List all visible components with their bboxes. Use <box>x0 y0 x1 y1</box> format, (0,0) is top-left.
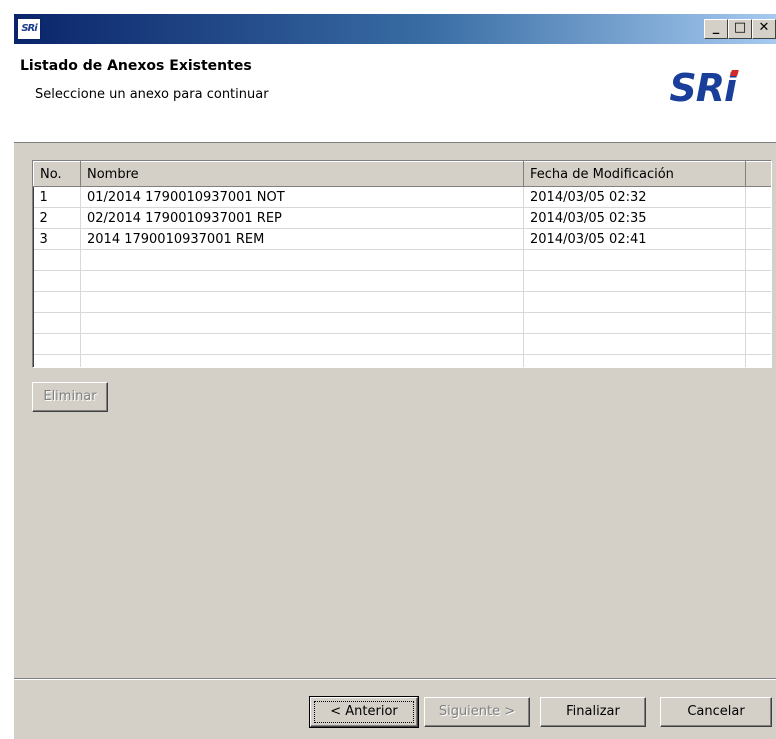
cell-nombre <box>80 291 524 313</box>
cell-no <box>33 249 81 271</box>
table-row[interactable]: 1 01/2014 1790010937001 NOT 2014/03/05 02:… <box>33 186 771 208</box>
cell-no: 2 <box>33 207 81 229</box>
cell-nombre <box>80 270 524 292</box>
cancelar-button[interactable]: Cancelar <box>660 697 772 727</box>
cell-filler <box>745 354 771 367</box>
title-bar[interactable]: SRi _ □ ✕ <box>14 14 776 44</box>
cell-nombre: 02/2014 1790010937001 REP <box>80 207 524 229</box>
cell-no <box>33 333 81 355</box>
table-row[interactable]: 2 02/2014 1790010937001 REP 2014/03/05 02:… <box>33 207 771 229</box>
table-row[interactable] <box>33 291 771 313</box>
cell-fecha <box>523 270 746 292</box>
cell-filler <box>745 312 771 334</box>
cell-fecha: 2014/03/05 02:35 <box>523 207 746 229</box>
cell-no <box>33 312 81 334</box>
column-header-no[interactable]: No. <box>33 161 81 187</box>
cell-fecha <box>523 291 746 313</box>
eliminar-button[interactable]: Eliminar <box>32 382 108 412</box>
logo-accent-icon <box>730 70 739 76</box>
focus-ring <box>314 701 414 723</box>
cell-filler <box>745 207 771 229</box>
wizard-window: SRi _ □ ✕ Listado de Anexos Existentes S… <box>14 14 776 739</box>
close-button[interactable]: ✕ <box>752 19 776 39</box>
table-row[interactable] <box>33 312 771 334</box>
cell-nombre <box>80 249 524 271</box>
cell-fecha <box>523 333 746 355</box>
cell-fecha: 2014/03/05 02:32 <box>523 186 746 208</box>
cell-filler <box>745 291 771 313</box>
page-subtitle: Seleccione un anexo para continuar <box>35 87 269 102</box>
table-row[interactable]: 3 2014 1790010937001 REM 2014/03/05 02:41 <box>33 228 771 250</box>
cell-nombre: 01/2014 1790010937001 NOT <box>80 186 524 208</box>
column-header-fecha[interactable]: Fecha de Modificación <box>523 161 746 187</box>
cell-nombre: 2014 1790010937001 REM <box>80 228 524 250</box>
cell-no: 3 <box>33 228 81 250</box>
sri-logo: SRi <box>669 66 737 110</box>
cell-fecha: 2014/03/05 02:41 <box>523 228 746 250</box>
page-title: Listado de Anexos Existentes <box>20 58 252 74</box>
cell-nombre <box>80 333 524 355</box>
cell-no <box>33 354 81 367</box>
column-header-filler <box>745 161 771 187</box>
cell-fecha <box>523 312 746 334</box>
table-header-row: No. Nombre Fecha de Modificación <box>33 161 771 187</box>
anterior-button[interactable]: < Anterior <box>309 696 419 728</box>
cell-filler <box>745 186 771 208</box>
cell-filler <box>745 228 771 250</box>
column-header-nombre[interactable]: Nombre <box>80 161 524 187</box>
table-row[interactable] <box>33 354 771 367</box>
cell-filler <box>745 249 771 271</box>
cell-nombre <box>80 354 524 367</box>
cell-fecha <box>523 249 746 271</box>
minimize-button[interactable]: _ <box>704 19 728 39</box>
cell-filler <box>745 333 771 355</box>
cell-nombre <box>80 312 524 334</box>
table-row[interactable] <box>33 249 771 271</box>
wizard-header: Listado de Anexos Existentes Seleccione … <box>14 44 776 143</box>
siguiente-button[interactable]: Siguiente > <box>424 697 530 727</box>
cell-fecha <box>523 354 746 367</box>
cell-filler <box>745 270 771 292</box>
table-row[interactable] <box>33 270 771 292</box>
window-controls: _ □ ✕ <box>704 19 776 39</box>
footer-divider <box>14 678 776 680</box>
cell-no <box>33 270 81 292</box>
app-logo-icon: SRi <box>17 18 41 40</box>
anexos-table[interactable]: No. Nombre Fecha de Modificación 1 01/201… <box>32 160 772 368</box>
table-row[interactable] <box>33 333 771 355</box>
cell-no <box>33 291 81 313</box>
maximize-button[interactable]: □ <box>728 19 752 39</box>
cell-no: 1 <box>33 186 81 208</box>
finalizar-button[interactable]: Finalizar <box>540 697 646 727</box>
